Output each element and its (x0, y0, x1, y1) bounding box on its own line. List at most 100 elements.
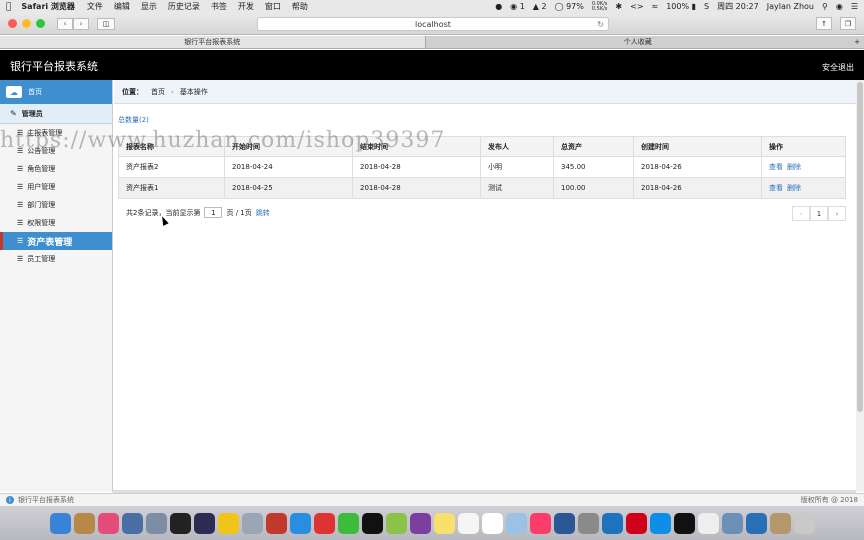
app-footer: i 银行平台报表系统 版权所有 @ 2018 (0, 493, 864, 506)
menu-view[interactable]: 显示 (141, 1, 157, 12)
menu-edit[interactable]: 编辑 (114, 1, 130, 12)
notification-center-icon[interactable]: ☰ (851, 2, 858, 11)
database-icon[interactable] (241, 512, 263, 534)
redis-icon[interactable] (265, 512, 287, 534)
launchpad-icon[interactable] (145, 512, 167, 534)
maps-icon[interactable] (505, 512, 527, 534)
sidebar-home[interactable]: ☁ 首页 (0, 80, 112, 104)
share-button[interactable]: ↑ (816, 17, 832, 30)
eclipse-icon[interactable] (193, 512, 215, 534)
cell-created: 2018-04-26 (633, 177, 762, 199)
qq-icon[interactable] (673, 512, 695, 534)
sidebar-section-admin[interactable]: ✎ 管理员 (0, 104, 112, 124)
sidebar-item-assets[interactable]: ☰ 资产表管理 (0, 232, 112, 250)
sidebar-item-roles[interactable]: ☰ 角色管理 (0, 160, 112, 178)
zoom-window-button[interactable] (36, 19, 45, 28)
tab-report-system[interactable]: 银行平台报表系统 (0, 36, 425, 48)
cyberduck-icon[interactable] (217, 512, 239, 534)
sidebar-item-label: 员工管理 (27, 255, 56, 263)
music-icon[interactable] (529, 512, 551, 534)
trash-icon[interactable] (793, 512, 815, 534)
battery-status[interactable]: 100% ▮ (666, 2, 696, 11)
intellij-icon[interactable] (169, 512, 191, 534)
clock[interactable]: 周四 20:27 (717, 1, 759, 12)
vertical-scrollbar[interactable] (856, 80, 864, 492)
teamviewer-icon[interactable] (649, 512, 671, 534)
sidebar-item-employees[interactable]: ☰ 员工管理 (0, 250, 112, 268)
qq-status[interactable]: ◉ 1 (510, 2, 525, 11)
baidu-netdisk-icon[interactable] (601, 512, 623, 534)
cell-actions: 查看 删除 (761, 177, 846, 199)
view-link[interactable]: 查看 (769, 163, 783, 171)
apple-icon[interactable]:  (6, 2, 11, 12)
page-number-input[interactable]: 1 (204, 207, 223, 218)
textedit-icon[interactable] (697, 512, 719, 534)
wechat-icon[interactable]: ● (495, 2, 502, 11)
stickies-icon[interactable] (433, 512, 455, 534)
rubymine-icon[interactable] (409, 512, 431, 534)
safari-icon[interactable] (289, 512, 311, 534)
sidebar-toggle-button[interactable]: ◫ (97, 17, 115, 30)
quicktime-icon[interactable] (745, 512, 767, 534)
delete-link[interactable]: 删除 (787, 184, 801, 192)
menu-file[interactable]: 文件 (87, 1, 103, 12)
notification-status[interactable]: ▲ 2 (533, 2, 547, 11)
logout-link[interactable]: 安全退出 (822, 62, 854, 73)
xcode-icon[interactable] (121, 512, 143, 534)
user-name[interactable]: Jaylan Zhou (767, 2, 814, 11)
reload-icon[interactable]: ↻ (597, 18, 604, 31)
show-tabs-button[interactable]: ❐ (840, 17, 856, 30)
menu-history[interactable]: 历史记录 (168, 1, 200, 12)
parallels-icon[interactable] (625, 512, 647, 534)
wechat-dock-icon[interactable] (337, 512, 359, 534)
menu-develop[interactable]: 开发 (238, 1, 254, 12)
app-menu-name[interactable]: Safari 浏览器 (21, 1, 75, 12)
menu-bookmarks[interactable]: 书签 (211, 1, 227, 12)
url-text: localhost (415, 20, 451, 29)
finder-icon[interactable] (49, 512, 71, 534)
table-row: 资产报表1 2018-04-25 2018-04-28 测试 100.00 20… (118, 177, 846, 199)
code-icon[interactable]: <> (630, 2, 643, 11)
sidebar-item-departments[interactable]: ☰ 部门管理 (0, 196, 112, 214)
delete-link[interactable]: 删除 (787, 163, 801, 171)
qq-count: 1 (519, 2, 525, 11)
forward-button[interactable]: › (73, 17, 89, 30)
wifi-icon[interactable]: ≈ (652, 2, 659, 11)
total-count: 总数量(2) (118, 116, 149, 124)
calendar-icon[interactable] (481, 512, 503, 534)
preview-icon[interactable] (721, 512, 743, 534)
cell-end: 2018-04-28 (352, 156, 481, 178)
sidebar-section-label: 管理员 (21, 109, 43, 118)
menu-help[interactable]: 帮助 (292, 1, 308, 12)
siri-icon[interactable]: ◉ (836, 2, 843, 11)
minimize-window-button[interactable] (22, 19, 31, 28)
notes-app-icon[interactable] (73, 512, 95, 534)
breadcrumb-home[interactable]: 首页 (151, 87, 165, 97)
address-bar[interactable]: localhost ↻ (257, 17, 609, 31)
system-preferences-icon[interactable] (577, 512, 599, 534)
app-icon[interactable] (313, 512, 335, 534)
reminders-icon[interactable] (457, 512, 479, 534)
jump-link[interactable]: 跳转 (256, 208, 270, 218)
word-icon[interactable] (553, 512, 575, 534)
current-page-button[interactable]: 1 (810, 206, 828, 221)
google-drive-icon[interactable] (385, 512, 407, 534)
qq-dock-icon[interactable] (361, 512, 383, 534)
prev-page-button[interactable]: ‹ (792, 206, 810, 221)
tab-favorites[interactable]: 个人收藏 (424, 36, 851, 48)
photos-icon[interactable] (97, 512, 119, 534)
sidebar-item-permissions[interactable]: ☰ 权限管理 (0, 214, 112, 232)
back-button[interactable]: ‹ (57, 17, 73, 30)
downloads-folder-icon[interactable] (769, 512, 791, 534)
bluetooth-icon[interactable]: ✱ (615, 2, 622, 11)
next-page-button[interactable]: › (828, 206, 846, 221)
spotlight-icon[interactable]: ⚲ (822, 2, 828, 11)
new-tab-button[interactable]: + (850, 36, 864, 48)
scrollbar-thumb[interactable] (857, 82, 863, 412)
sidebar-item-users[interactable]: ☰ 用户管理 (0, 178, 112, 196)
view-link[interactable]: 查看 (769, 184, 783, 192)
input-method-icon[interactable]: S (704, 2, 709, 11)
close-window-button[interactable] (8, 19, 17, 28)
cpu-status[interactable]: ◯ 97% (555, 2, 584, 11)
menu-window[interactable]: 窗口 (265, 1, 281, 12)
